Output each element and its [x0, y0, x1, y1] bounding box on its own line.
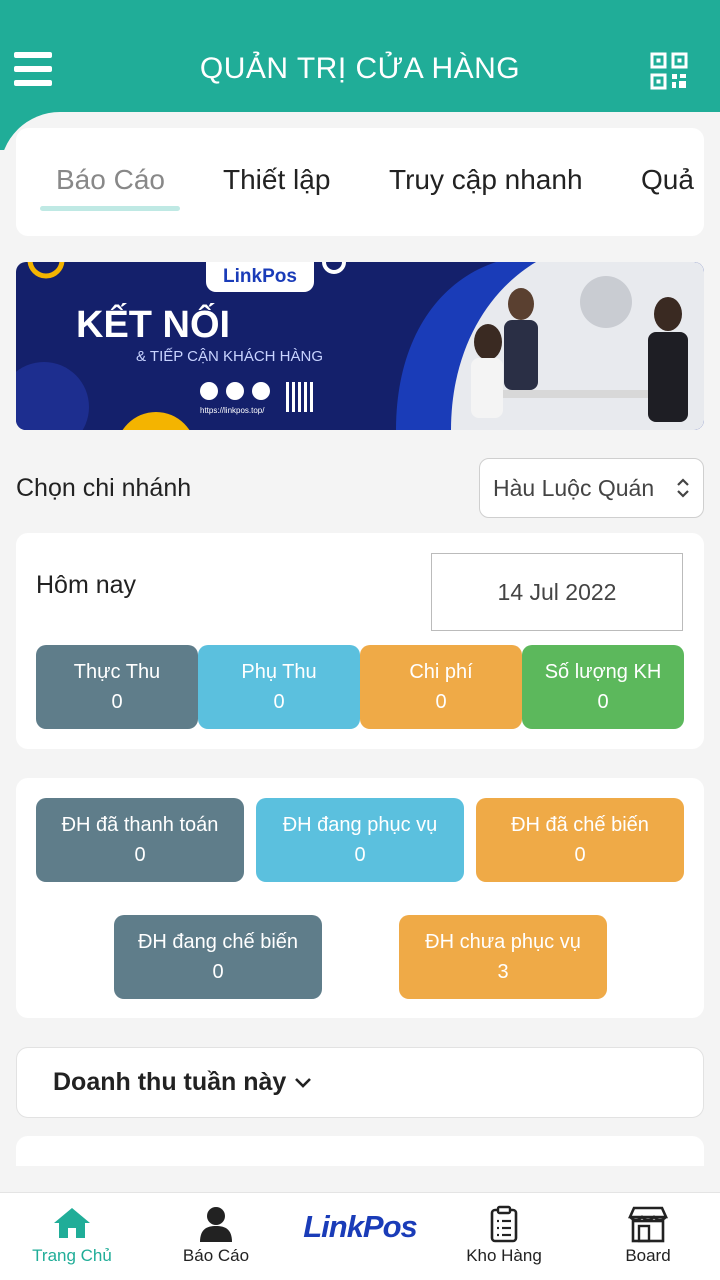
order-dang-phuc-vu[interactable]: ĐH đang phục vụ 0 — [256, 798, 464, 882]
stat-label: Số lượng KH — [544, 661, 662, 683]
tab-truy-cap-nhanh[interactable]: Truy cập nhanh — [389, 164, 583, 196]
next-section-card — [16, 1136, 704, 1166]
order-label: ĐH đang chế biến — [137, 931, 299, 953]
today-label: Hôm nay — [36, 571, 137, 599]
orders-card: ĐH đã thanh toán 0 ĐH đang phục vụ 0 ĐH … — [16, 778, 704, 1018]
order-value: 3 — [497, 961, 509, 983]
stat-label: Chi phí — [409, 661, 473, 683]
order-value: 0 — [134, 844, 146, 866]
clipboard-icon — [490, 1205, 518, 1243]
branch-label: Chọn chi nhánh — [16, 474, 192, 502]
tab-bao-cao[interactable]: Báo Cáo — [56, 164, 165, 196]
nav-bao-cao[interactable]: Báo Cáo — [144, 1193, 288, 1280]
chevron-down-icon — [295, 1077, 312, 1088]
order-value: 0 — [574, 844, 586, 866]
revenue-toggle[interactable]: Doanh thu tuần này — [16, 1047, 704, 1118]
linkpos-logo: LinkPos — [303, 1209, 418, 1244]
page-title: QUẢN TRỊ CỬA HÀNG — [199, 52, 521, 85]
instagram-icon — [226, 382, 244, 400]
order-label: ĐH đang phục vụ — [282, 814, 438, 836]
bottom-nav: Trang Chủ Báo Cáo LinkPos Kho Hàng Board — [0, 1192, 720, 1280]
stat-chi-phi[interactable]: Chi phí 0 — [360, 645, 522, 729]
stat-thuc-thu[interactable]: Thực Thu 0 — [36, 645, 198, 729]
order-da-che-bien[interactable]: ĐH đã chế biến 0 — [476, 798, 684, 882]
store-icon — [627, 1206, 669, 1243]
promo-banner[interactable]: LinkPos KẾT NỐI & TIẾP CẬN KHÁCH HÀNG ht… — [16, 262, 704, 430]
nav-label: Kho Hàng — [466, 1246, 542, 1265]
nav-trang-chu[interactable]: Trang Chủ — [0, 1193, 144, 1280]
nav-board[interactable]: Board — [576, 1193, 720, 1280]
stat-value: 0 — [273, 691, 285, 713]
date-picker[interactable]: 14 Jul 2022 — [431, 553, 683, 631]
stat-value: 0 — [111, 691, 123, 713]
facebook-icon — [200, 382, 218, 400]
branch-selected-value: Hàu Luộc Quán — [493, 474, 655, 501]
tab-quan-ly[interactable]: Quả — [641, 164, 694, 196]
banner-brand: LinkPos — [206, 262, 314, 292]
nav-label: Board — [625, 1246, 671, 1265]
banner-headline: KẾT NỐI — [76, 304, 231, 346]
stat-value: 0 — [435, 691, 447, 713]
banner-subline: & TIẾP CẬN KHÁCH HÀNG — [136, 348, 323, 365]
nav-label: Trang Chủ — [32, 1246, 112, 1265]
stat-phu-thu[interactable]: Phụ Thu 0 — [198, 645, 360, 729]
today-card: Hôm nay 14 Jul 2022 Thực Thu 0 Phụ Thu 0… — [16, 533, 704, 749]
stat-label: Thực Thu — [73, 661, 161, 683]
order-label: ĐH đã thanh toán — [61, 814, 219, 836]
order-value: 0 — [354, 844, 366, 866]
order-value: 0 — [212, 961, 224, 983]
qr-code-icon[interactable] — [650, 52, 688, 90]
home-icon — [54, 1208, 90, 1238]
order-label: ĐH đã chế biến — [511, 814, 649, 836]
tab-active-indicator — [40, 206, 180, 211]
banner-url: https://linkpos.top/ — [200, 406, 265, 415]
order-dang-che-bien[interactable]: ĐH đang chế biến 0 — [114, 915, 322, 999]
order-chua-phuc-vu[interactable]: ĐH chưa phục vụ 3 — [399, 915, 607, 999]
nav-label: Báo Cáo — [182, 1246, 250, 1265]
order-label: ĐH chưa phục vụ — [425, 931, 581, 953]
revenue-title: Doanh thu tuần này — [53, 1068, 287, 1096]
order-da-thanh-toan[interactable]: ĐH đã thanh toán 0 — [36, 798, 244, 882]
stat-so-luong-kh[interactable]: Số lượng KH 0 — [522, 645, 684, 729]
chevron-updown-icon — [677, 478, 689, 498]
user-icon — [200, 1207, 232, 1242]
twitter-icon — [252, 382, 270, 400]
tab-thiet-lap[interactable]: Thiết lập — [223, 164, 330, 196]
nav-linkpos[interactable]: LinkPos — [288, 1193, 432, 1280]
tab-bar: Báo Cáo Thiết lập Truy cập nhanh Quả — [16, 128, 704, 236]
stat-value: 0 — [597, 691, 609, 713]
nav-kho-hang[interactable]: Kho Hàng — [432, 1193, 576, 1280]
stat-label: Phụ Thu — [241, 661, 317, 683]
branch-select[interactable]: Hàu Luộc Quán — [479, 458, 704, 518]
banner-qr-icon — [286, 382, 316, 412]
